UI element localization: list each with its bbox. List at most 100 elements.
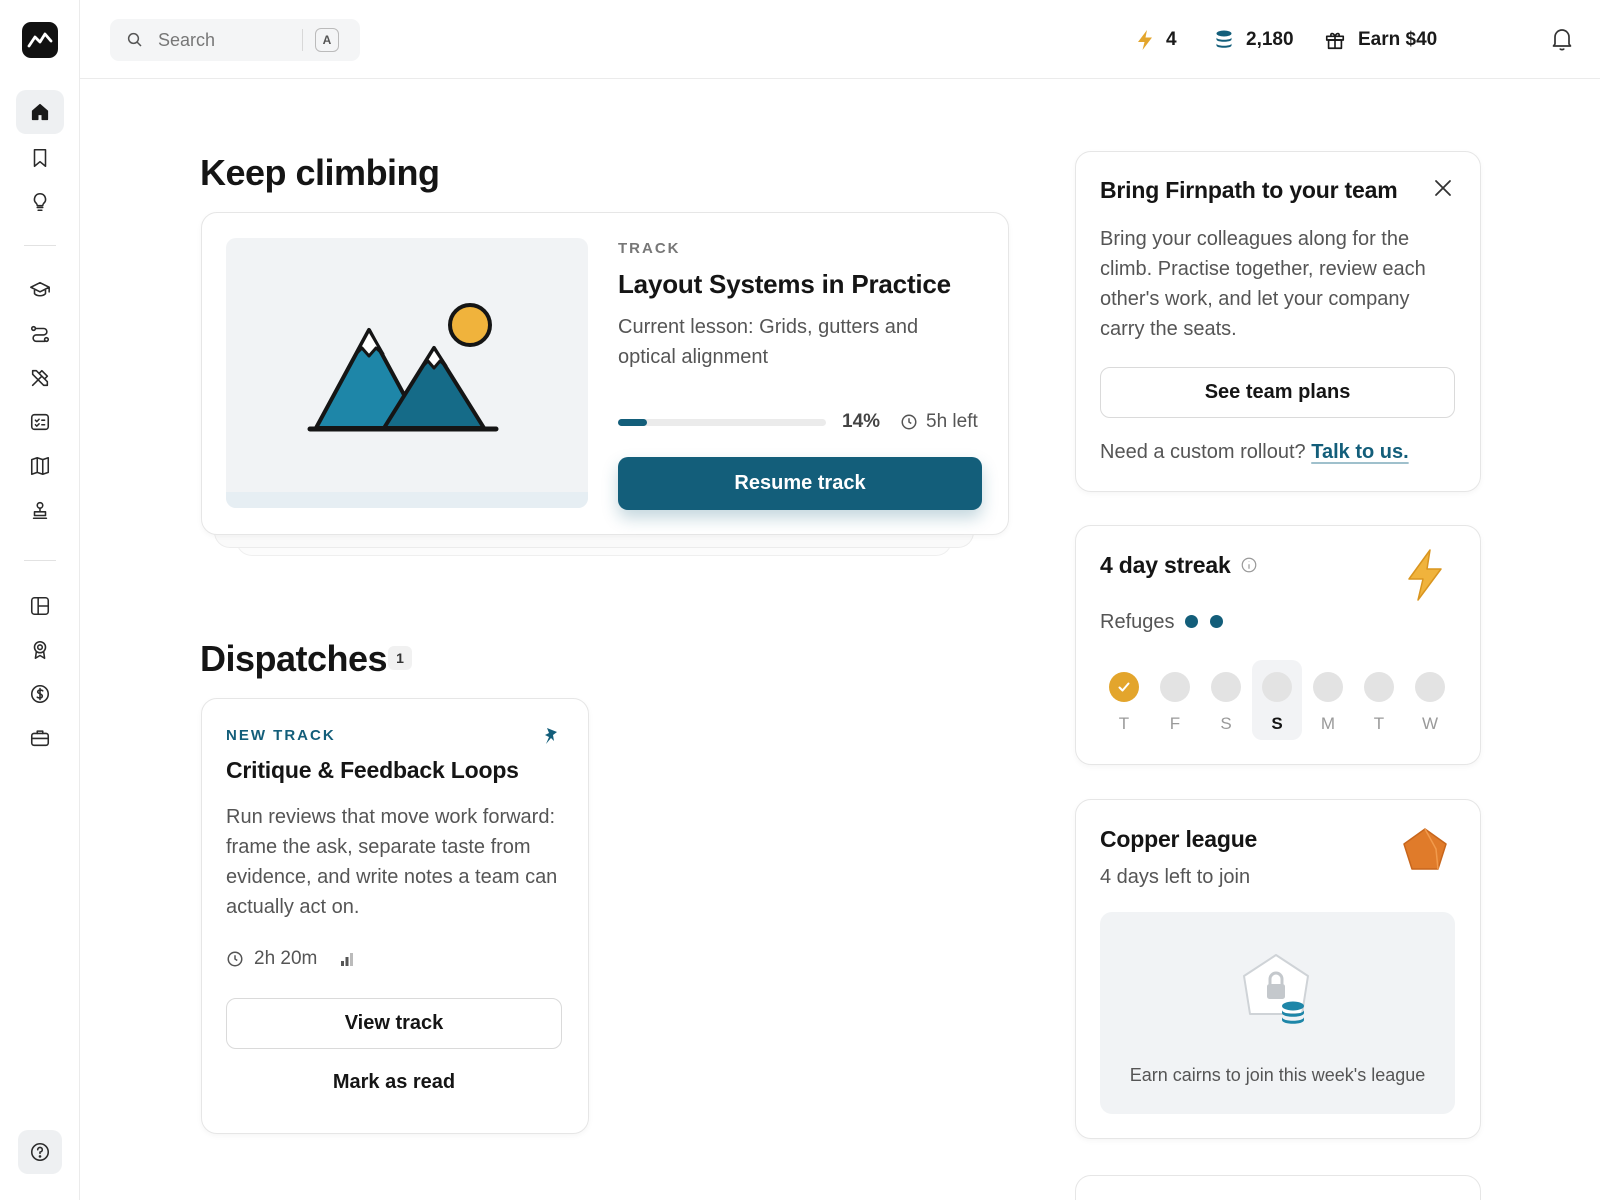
dispatch-description: Run reviews that move work forward: fram…	[226, 806, 558, 918]
day-label: F	[1169, 714, 1181, 733]
top-bar: A 4 2,180 Earn $40	[80, 0, 1600, 79]
time-left-label: 5h left	[926, 411, 978, 432]
league-subtitle: 4 days left to join	[1100, 866, 1251, 888]
streak-day: S	[1201, 660, 1251, 740]
nav-bookmarks[interactable]	[16, 136, 64, 180]
track-progress-fill	[618, 419, 648, 426]
refuges-label: Refuges	[1100, 611, 1175, 633]
day-label: T	[1118, 714, 1130, 733]
streak-day: F	[1150, 660, 1200, 740]
nav-home[interactable]	[16, 90, 64, 134]
dispatch-duration-label: 2h 20m	[254, 948, 318, 969]
day-label: M	[1320, 714, 1336, 733]
talk-to-us-link[interactable]: Talk to us.	[1311, 441, 1408, 463]
day-dot	[1262, 672, 1292, 702]
dispatch-duration: 2h 20m	[226, 948, 355, 970]
streak-count: 4	[1166, 29, 1177, 50]
streak-info-button[interactable]	[1240, 556, 1258, 579]
nav-achievements[interactable]	[16, 628, 64, 672]
day-dot	[1211, 672, 1241, 702]
mountains-illustration	[307, 303, 499, 432]
nav-courses[interactable]	[16, 268, 64, 312]
cairns-stat[interactable]: 2,180	[1214, 22, 1294, 58]
briefcase-icon	[30, 730, 50, 747]
close-team-card-button[interactable]	[1433, 178, 1453, 203]
bell-icon	[1552, 29, 1572, 51]
difficulty-bars-icon	[341, 953, 354, 966]
help-icon	[30, 1142, 50, 1162]
nav-divider	[24, 245, 56, 246]
day-label: S	[1271, 714, 1283, 733]
search-separator	[302, 29, 303, 51]
streak-stat[interactable]: 4	[1136, 22, 1177, 58]
keep-climbing-heading: Keep climbing	[200, 152, 440, 193]
dispatches-heading: Dispatches	[200, 638, 388, 679]
track-title: Layout Systems in Practice	[618, 269, 951, 299]
nav-paths[interactable]	[16, 312, 64, 356]
search-icon	[127, 32, 142, 47]
see-team-plans-button[interactable]: See team plans	[1100, 367, 1455, 418]
copper-league-badge	[1402, 827, 1448, 876]
dispatches-count-badge: 1	[388, 646, 412, 670]
nav-billing[interactable]	[16, 672, 64, 716]
view-track-button[interactable]: View track	[226, 998, 562, 1049]
day-dot	[1415, 672, 1445, 702]
nav-layouts[interactable]	[16, 584, 64, 628]
progress-percent: 14%	[842, 411, 881, 432]
resume-track-button[interactable]: Resume track	[618, 457, 982, 510]
team-card-title: Bring Firnpath to your team	[1100, 177, 1398, 203]
clock-icon	[901, 414, 917, 430]
day-dot	[1364, 672, 1394, 702]
day-label: T	[1373, 714, 1385, 733]
sidebar	[0, 0, 80, 1200]
nav-checklist[interactable]	[16, 400, 64, 444]
day-dot	[1160, 672, 1190, 702]
route-icon	[30, 325, 50, 343]
coin-stack-icon	[1216, 30, 1232, 48]
pin-button[interactable]	[543, 726, 561, 751]
nav-library[interactable]	[16, 444, 64, 488]
dispatch-title: Critique & Feedback Loops	[226, 757, 519, 783]
help-button[interactable]	[18, 1130, 62, 1174]
streak-day: S	[1252, 660, 1302, 740]
nav-jobs[interactable]	[16, 716, 64, 760]
streak-day: W	[1405, 660, 1455, 740]
home-icon	[31, 103, 49, 121]
info-icon	[1241, 557, 1257, 573]
time-left: 5h left	[900, 411, 978, 433]
track-thumbnail	[226, 238, 588, 508]
search-bar[interactable]: A	[110, 19, 360, 61]
mark-as-read-button[interactable]: Mark as read	[226, 1058, 562, 1106]
streak-day: M	[1303, 660, 1353, 740]
refuge-dot	[1210, 615, 1223, 628]
app-logo[interactable]	[22, 22, 58, 58]
day-label: W	[1421, 714, 1439, 733]
graduation-cap-icon	[30, 281, 50, 297]
dollar-circle-icon	[30, 684, 50, 704]
lightning-icon	[1138, 30, 1152, 50]
streak-title: 4 day streak	[1100, 552, 1231, 578]
streak-day: T	[1354, 660, 1404, 740]
stamp-icon	[32, 501, 48, 520]
streak-day: T	[1099, 660, 1149, 740]
checklist-icon	[30, 413, 50, 431]
dispatch-eyebrow: NEW TRACK	[226, 727, 336, 744]
league-empty-text: Earn cairns to join this week's league	[1129, 1065, 1426, 1085]
nav-ideas[interactable]	[16, 180, 64, 224]
nav-tools[interactable]	[16, 356, 64, 400]
day-label: S	[1220, 714, 1232, 733]
nav-mentor[interactable]	[16, 488, 64, 532]
notifications-button[interactable]	[1550, 26, 1574, 57]
track-progress-bar	[618, 419, 826, 426]
award-icon	[33, 640, 47, 660]
clock-icon	[227, 951, 243, 967]
lightbulb-icon	[33, 192, 47, 212]
pin-icon	[545, 728, 557, 744]
earn-referral[interactable]: Earn $40	[1324, 22, 1437, 58]
custom-rollout-text: Need a custom rollout? Talk to us.	[1100, 437, 1470, 467]
lightning-icon	[1408, 549, 1442, 601]
day-dot	[1313, 672, 1343, 702]
search-input[interactable]	[158, 29, 298, 51]
current-lesson-text: Current lesson: Grids, gutters and optic…	[618, 316, 919, 368]
check-icon	[1118, 682, 1130, 692]
